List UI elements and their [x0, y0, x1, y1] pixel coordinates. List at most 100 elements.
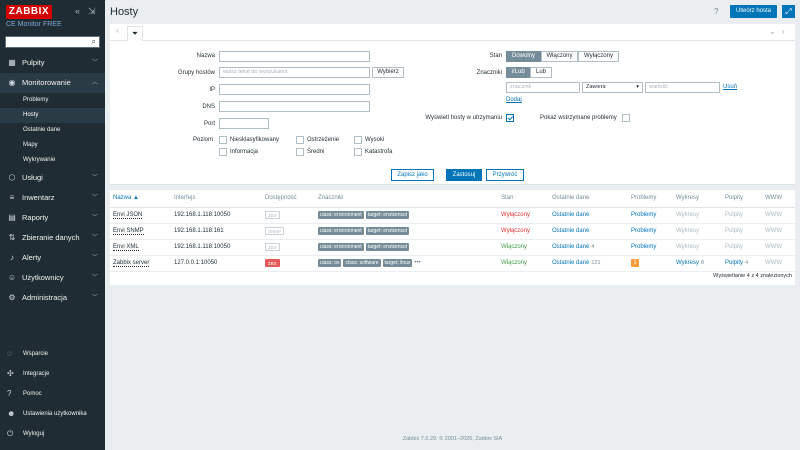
add-tag-link[interactable]: Dodaj — [506, 97, 522, 103]
bottom-menu-item-4[interactable]: ⏻ Wyloguj — [0, 424, 105, 444]
sidebar-item-label: Raporty — [22, 213, 49, 222]
reset-button[interactable]: Przywróć — [486, 169, 524, 181]
host-name-link[interactable]: Envi JSON — [113, 212, 143, 219]
problems-cell: 1 — [628, 255, 673, 272]
tag-badge[interactable]: target: envisensor — [365, 227, 410, 235]
problem-count-badge[interactable]: 1 — [631, 259, 639, 267]
data-collection-icon: ⇅ — [8, 233, 16, 242]
tag-badge[interactable]: class: environment — [318, 227, 364, 235]
severity-checkbox-5[interactable] — [354, 148, 362, 156]
severity-checkbox-1[interactable] — [219, 148, 227, 156]
sidebar-item-6[interactable]: ♪ Alerty ﹀ — [0, 248, 105, 268]
submenu-item-1[interactable]: Hosty — [0, 108, 105, 123]
collapse-sidebar-icon[interactable]: « — [75, 6, 80, 16]
status-cell[interactable]: Włączony — [498, 239, 549, 256]
zabbix-logo[interactable]: ZABBIX — [6, 5, 52, 19]
severity-checkbox-4[interactable] — [354, 136, 362, 144]
tag-badge[interactable]: class: software — [343, 259, 381, 267]
bottom-menu-item-1[interactable]: ✣ Integracje — [0, 364, 105, 384]
tag-badge[interactable]: class: os — [318, 259, 342, 267]
submenu-item-4[interactable]: Wykrywanie — [0, 153, 105, 168]
host-name-link[interactable]: Zabbix server — [113, 260, 150, 267]
problems-link[interactable]: Problemy — [631, 244, 656, 250]
tag-operator-select[interactable]: Zawiera ▾ — [582, 82, 643, 93]
host-groups-input[interactable]: wpisz tekst do wyszukania — [219, 67, 370, 78]
graphs-link[interactable]: Wykresy — [676, 260, 699, 266]
tag-badge[interactable]: class: environment — [318, 243, 364, 251]
submenu-item-0[interactable]: Problemy — [0, 93, 105, 108]
sidebar-item-4[interactable]: ▤ Raporty ﹀ — [0, 208, 105, 228]
status-option-disabled[interactable]: Wyłączony — [578, 51, 619, 62]
latest-data-link[interactable]: Ostatnie dane — [552, 260, 589, 266]
search-icon[interactable]: ⌕ — [92, 37, 96, 47]
tag-name-input[interactable]: znacznik — [506, 82, 580, 93]
show-suppressed-checkbox[interactable] — [622, 114, 630, 122]
dashboards-link[interactable]: Pulpity — [725, 260, 743, 266]
availability-badge[interactable]: ZBX — [265, 259, 280, 267]
dns-input[interactable] — [219, 101, 370, 112]
latest-data-link[interactable]: Ostatnie dane — [552, 244, 589, 250]
chevron-right-icon[interactable]: › — [782, 27, 785, 36]
bottom-menu-item-0[interactable]: ◌ Wsparcie — [0, 344, 105, 364]
latest-data-link[interactable]: Ostatnie dane — [552, 228, 589, 234]
tag-mode-or[interactable]: Lub — [530, 67, 552, 78]
availability-badge[interactable]: SNMP — [265, 227, 285, 235]
hide-sidebar-icon[interactable]: ⇲ — [88, 6, 96, 16]
apply-button[interactable]: Zastosuj — [446, 169, 482, 181]
help-icon[interactable]: ? — [714, 7, 718, 16]
status-option-enabled[interactable]: Włączony — [541, 51, 578, 62]
status-cell[interactable]: Wyłączony — [498, 223, 549, 240]
name-input[interactable] — [219, 51, 370, 62]
kiosk-mode-icon[interactable]: ⤢ — [782, 5, 795, 18]
bottom-menu-item-3[interactable]: ☻ Ustawienia użytkownika — [0, 404, 105, 424]
tag-badge[interactable]: target: envisensor — [365, 211, 410, 219]
problems-link[interactable]: Problemy — [631, 228, 656, 234]
tag-badge[interactable]: class: environment — [318, 211, 364, 219]
status-cell[interactable]: Wyłączony — [498, 207, 549, 224]
status-cell[interactable]: Włączony — [498, 255, 549, 272]
sidebar-item-label: Alerty — [22, 253, 42, 262]
sidebar-search-input[interactable] — [6, 37, 86, 47]
sidebar-item-8[interactable]: ⚙ Administracja ﹀ — [0, 288, 105, 308]
sidebar-item-5[interactable]: ⇅ Zbieranie danych ﹀ — [0, 228, 105, 248]
severity-checkbox-0[interactable] — [219, 136, 227, 144]
port-input[interactable] — [219, 118, 269, 129]
tag-value-input[interactable]: wartość — [645, 82, 720, 93]
submenu-item-2[interactable]: Ostatnie dane — [0, 123, 105, 138]
bottom-menu-item-2[interactable]: ? Pomoc — [0, 384, 105, 404]
sidebar-item-3[interactable]: ≡ Inwentarz ﹀ — [0, 188, 105, 208]
sidebar-item-2[interactable]: ⬡ Usługi ﹀ — [0, 168, 105, 188]
host-name-link[interactable]: Envi SNMP — [113, 228, 144, 235]
status-label: Stan — [489, 53, 502, 59]
chevron-down-icon[interactable]: ⌄ — [769, 27, 776, 36]
submenu-item-3[interactable]: Mapy — [0, 138, 105, 153]
host-name-link[interactable]: Envi XML — [113, 244, 139, 251]
show-maintenance-checkbox[interactable] — [506, 114, 514, 122]
status-option-any[interactable]: Dowolny — [506, 51, 541, 62]
latest-data-cell: Ostatnie dane — [549, 207, 628, 224]
create-host-button[interactable]: Utwórz hosta — [730, 5, 777, 18]
severity-checkbox-3[interactable] — [296, 148, 304, 156]
ip-input[interactable] — [219, 84, 370, 95]
filter-tab-icon[interactable]: ⏷ — [127, 26, 143, 41]
sidebar-item-0[interactable]: ▦ Pulpity ﹀ — [0, 53, 105, 73]
problems-link[interactable]: Problemy — [631, 212, 656, 218]
availability-badge[interactable]: ZBX — [265, 211, 280, 219]
column-header-0[interactable]: Nazwa ▲ — [110, 190, 171, 208]
sidebar-item-7[interactable]: ☺ Użytkownicy ﹀ — [0, 268, 105, 288]
save-as-button[interactable]: Zapisz jako — [391, 169, 434, 181]
name-label: Nazwa — [196, 53, 215, 59]
remove-tag-link[interactable]: Usuń — [723, 84, 737, 90]
severity-checkbox-2[interactable] — [296, 136, 304, 144]
integrations-icon: ✣ — [7, 369, 14, 378]
chevron-left-icon[interactable]: ‹ — [116, 26, 119, 35]
tag-mode-and-or[interactable]: I/Lub — [506, 67, 530, 78]
sidebar-item-1[interactable]: ◉ Monitorowanie ︿ — [0, 73, 105, 93]
more-tags-button[interactable]: ••• — [414, 260, 420, 266]
availability-badge[interactable]: ZBX — [265, 243, 280, 251]
bottom-menu-label: Wyloguj — [23, 431, 45, 437]
tag-badge[interactable]: target: envisensor — [365, 243, 410, 251]
tag-badge[interactable]: target: linux — [382, 259, 413, 267]
latest-data-link[interactable]: Ostatnie dane — [552, 212, 589, 218]
select-groups-button[interactable]: Wybierz — [372, 67, 404, 78]
